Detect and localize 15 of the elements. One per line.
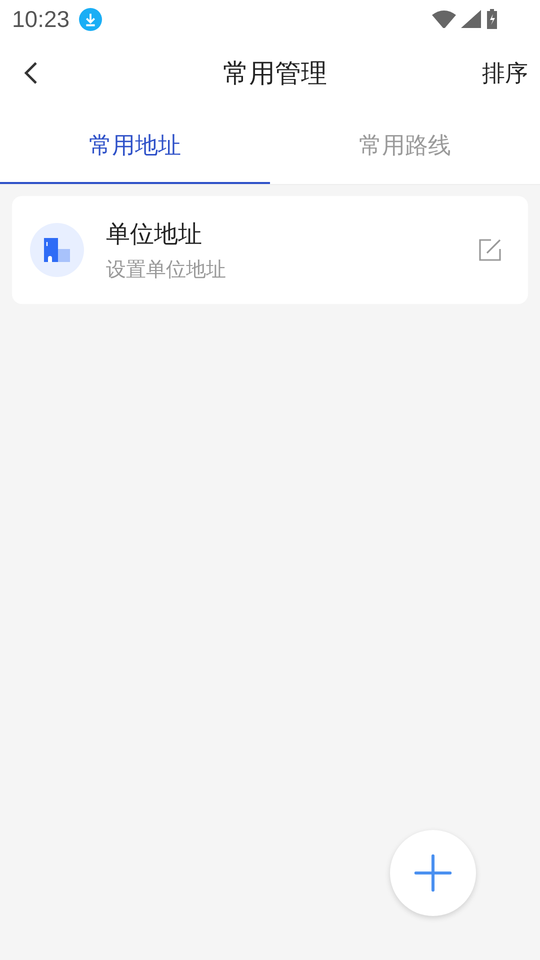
plus-icon — [414, 854, 452, 892]
tab[interactable]: 常用地址 — [0, 108, 270, 184]
edit-icon[interactable] — [478, 238, 502, 262]
battery-icon — [486, 9, 498, 29]
address-card[interactable]: 单位地址 设置单位地址 — [12, 196, 528, 304]
address-hint: 设置单位地址 — [106, 256, 227, 282]
download-icon — [78, 8, 102, 30]
status-time: 10:23 — [12, 6, 70, 32]
wifi-icon — [432, 10, 456, 28]
page-title: 常用管理 — [222, 58, 328, 90]
back-icon[interactable] — [24, 61, 38, 85]
sort-button[interactable]: 排序 — [482, 58, 528, 88]
address-name: 单位地址 — [106, 218, 203, 250]
signal-icon — [461, 10, 481, 28]
building-icon — [30, 223, 84, 277]
